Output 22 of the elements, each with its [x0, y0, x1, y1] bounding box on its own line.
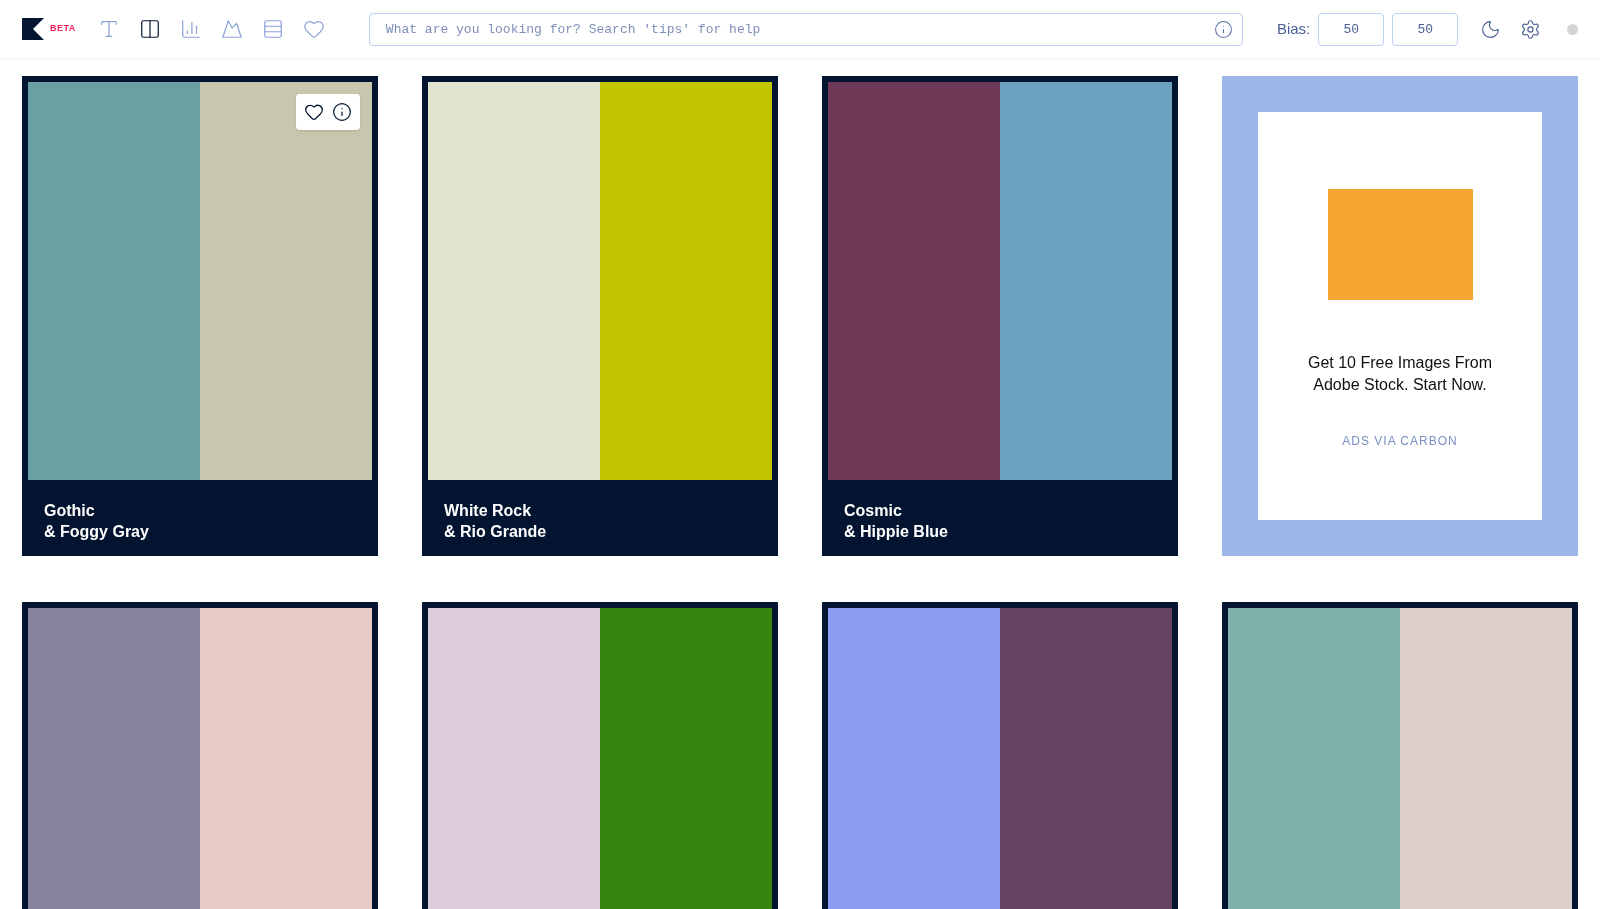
info-icon[interactable]	[332, 102, 352, 122]
bias-field[interactable]: 50	[1318, 12, 1385, 46]
palette-name: White Rock	[444, 501, 533, 521]
columns-icon[interactable]	[138, 18, 161, 40]
palette-name: & Rio Grande	[444, 522, 548, 542]
ad-text[interactable]: Get 10 Free Images From Adobe Stock. Start Now.	[1258, 352, 1542, 396]
palette-name: Cosmic	[844, 501, 903, 521]
settings-icon[interactable]	[1520, 18, 1542, 40]
mountain-icon[interactable]	[220, 18, 243, 40]
palette-card[interactable]: Cosmic & Hippie Blue	[822, 76, 1178, 556]
palette-name: & Hippie Blue	[844, 522, 949, 542]
beta-label: BETA	[50, 22, 76, 36]
heart-icon[interactable]	[304, 102, 324, 122]
palette-name: & Foggy Gray	[44, 522, 150, 542]
bias-field[interactable]: 50	[1392, 12, 1459, 46]
palette-name: Gothic	[44, 501, 96, 521]
palette-card[interactable]: Gothic & Foggy Gray	[22, 76, 378, 556]
bias-label: Bias:	[1276, 18, 1311, 39]
search-field[interactable]: What are you looking for? Search 'tips' for help	[368, 12, 1243, 46]
moon-icon[interactable]	[1480, 18, 1502, 40]
palette-card[interactable]: White Rock & Rio Grande	[422, 76, 778, 556]
logo-icon[interactable]	[22, 18, 44, 40]
